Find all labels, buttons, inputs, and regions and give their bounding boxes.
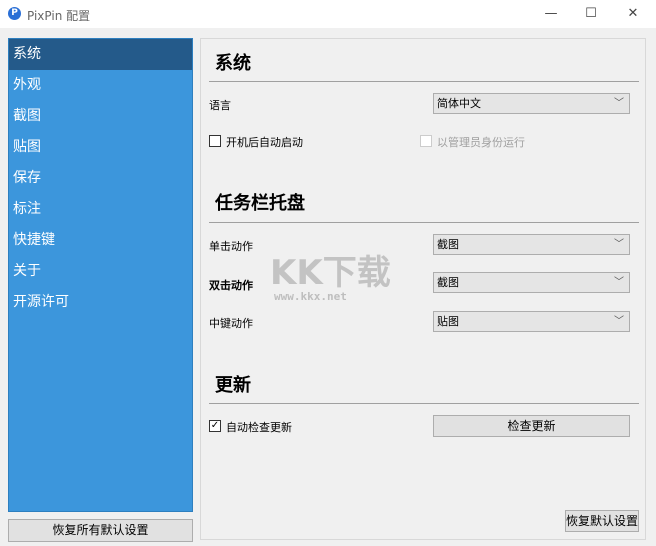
double-click-select[interactable]: 截图 ﹀ bbox=[433, 272, 630, 293]
title-bar: P PixPin 配置 — ☐ ✕ bbox=[0, 0, 656, 28]
sidebar-nav: 系统 外观 截图 贴图 保存 标注 快捷键 关于 开源许可 bbox=[8, 38, 193, 512]
double-click-label: 双击动作 bbox=[209, 279, 253, 292]
autostart-checkbox[interactable] bbox=[209, 135, 221, 147]
chevron-down-icon: ﹀ bbox=[614, 98, 624, 109]
auto-update-label: 自动检查更新 bbox=[226, 421, 292, 434]
settings-panel: 系统 语言 简体中文 ﹀ 开机后自动启动 以管理员身份运行 任务栏托盘 单击动作 … bbox=[200, 38, 646, 540]
section-heading-update: 更新 bbox=[215, 375, 251, 396]
watermark-url: www.kkx.net bbox=[274, 290, 347, 303]
middle-click-label: 中键动作 bbox=[209, 317, 253, 330]
language-value: 简体中文 bbox=[437, 97, 481, 110]
check-update-button[interactable]: 检查更新 bbox=[433, 415, 630, 437]
sidebar-item-annotate[interactable]: 标注 bbox=[9, 194, 192, 225]
sidebar-item-appearance[interactable]: 外观 bbox=[9, 70, 192, 101]
middle-click-value: 贴图 bbox=[437, 315, 459, 328]
single-click-select[interactable]: 截图 ﹀ bbox=[433, 234, 630, 255]
sidebar-item-save[interactable]: 保存 bbox=[9, 163, 192, 194]
single-click-value: 截图 bbox=[437, 238, 459, 251]
divider bbox=[209, 403, 639, 404]
auto-update-checkbox[interactable]: ✓ bbox=[209, 420, 221, 432]
autostart-label: 开机后自动启动 bbox=[226, 136, 303, 149]
maximize-button[interactable]: ☐ bbox=[576, 4, 606, 24]
sidebar-item-pin[interactable]: 贴图 bbox=[9, 132, 192, 163]
sidebar-item-shortcuts[interactable]: 快捷键 bbox=[9, 225, 192, 256]
language-label: 语言 bbox=[209, 99, 231, 112]
close-button[interactable]: ✕ bbox=[618, 4, 648, 24]
pixpin-logo-icon: P bbox=[8, 7, 21, 20]
sidebar-item-about[interactable]: 关于 bbox=[9, 256, 192, 287]
language-select[interactable]: 简体中文 ﹀ bbox=[433, 93, 630, 114]
sidebar-item-screenshot[interactable]: 截图 bbox=[9, 101, 192, 132]
divider bbox=[209, 81, 639, 82]
middle-click-select[interactable]: 贴图 ﹀ bbox=[433, 311, 630, 332]
window-title: PixPin 配置 bbox=[27, 9, 91, 23]
chevron-down-icon: ﹀ bbox=[614, 316, 624, 327]
run-as-admin-checkbox[interactable] bbox=[420, 135, 432, 147]
reset-default-button[interactable]: 恢复默认设置 bbox=[565, 510, 639, 532]
minimize-button[interactable]: — bbox=[536, 4, 566, 24]
reset-all-button[interactable]: 恢复所有默认设置 bbox=[8, 519, 193, 542]
run-as-admin-label: 以管理员身份运行 bbox=[437, 136, 525, 149]
divider bbox=[209, 222, 639, 223]
single-click-label: 单击动作 bbox=[209, 240, 253, 253]
sidebar-item-licenses[interactable]: 开源许可 bbox=[9, 287, 192, 318]
section-heading-tray: 任务栏托盘 bbox=[215, 193, 305, 214]
chevron-down-icon: ﹀ bbox=[614, 277, 624, 288]
chevron-down-icon: ﹀ bbox=[614, 239, 624, 250]
double-click-value: 截图 bbox=[437, 276, 459, 289]
section-heading-system: 系统 bbox=[215, 53, 251, 74]
sidebar-item-system[interactable]: 系统 bbox=[9, 39, 192, 70]
